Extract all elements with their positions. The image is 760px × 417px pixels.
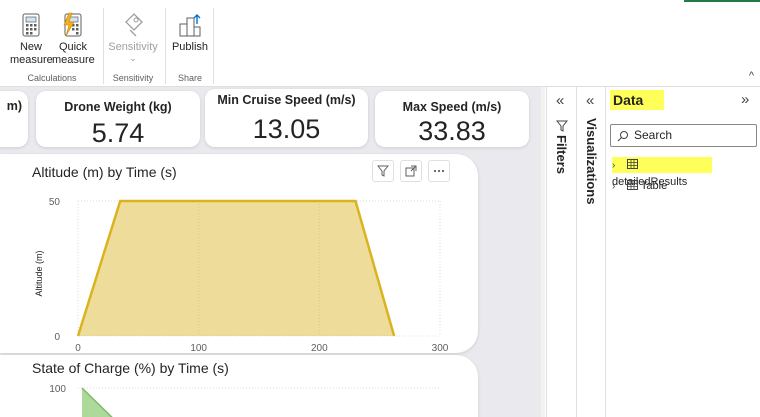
x-tick-label: 300 [432,343,449,353]
table-icon [627,180,639,192]
data-pane-title: Data [610,90,664,110]
ribbon-separator [165,8,166,84]
new-measure-button[interactable]: New measure [10,12,53,67]
sensitivity-caret-icon: ⌄ [129,53,137,63]
kpi-title: Min Cruise Speed (m/s) [217,93,356,107]
x-tick-label: 100 [190,343,207,353]
collapse-filters-chevron-icon[interactable]: « [556,92,564,109]
altitude-chart-card[interactable]: Altitude (m) by Time (s) 0100200300050Ti… [0,154,478,353]
group-label-calculations: Calculations [27,73,77,83]
x-tick-label: 200 [311,343,328,353]
chevron-right-icon: › [612,160,616,171]
quick-measure-label-2: measure [52,54,95,66]
new-measure-label-1: New [19,41,42,53]
kpi-value: 13.05 [252,114,321,144]
new-measure-label-2: measure [10,54,53,66]
table-item-label: Table [640,180,668,192]
expand-data-pane-chevron-icon[interactable]: » [741,91,749,108]
ribbon-separator [103,8,104,84]
quick-measure-button[interactable]: Quick measure [52,12,95,67]
soc-chart-plot: 100 [49,384,440,417]
y-axis-label: Altitude (m) [34,250,44,296]
kpi-card-max-speed[interactable]: Max Speed (m/s) 33.83 [375,91,529,147]
kpi-title: m) [6,99,22,113]
chevron-right-icon: › [612,181,616,192]
publish-label: Publish [171,41,209,53]
kpi-card[interactable]: m) [0,91,28,147]
area-fill [78,201,395,336]
filters-pane[interactable]: « Filters [546,87,576,417]
kpi-title: Max Speed (m/s) [402,100,502,114]
table-item-table[interactable]: › Table [612,178,667,194]
altitude-chart-plot: 0100200300050Time (s)Altitude (m) [34,197,449,353]
sensitivity-icon [120,12,146,38]
search-placeholder: Search [634,128,673,142]
kpi-title: Drone Weight (kg) [64,100,172,114]
table-icon [627,159,639,171]
soc-chart-card[interactable]: State of Charge (%) by Time (s) 100 [0,355,478,417]
x-tick-label: 0 [75,343,81,353]
publish-button[interactable]: Publish [170,12,210,54]
collapse-visualizations-chevron-icon[interactable]: « [586,92,594,109]
search-input[interactable]: Search [610,124,757,147]
group-label-share: Share [177,73,203,83]
collapse-ribbon-chevron-icon[interactable]: ^ [749,70,754,82]
y-tick-label: 100 [49,384,66,395]
y-tick-label: 50 [49,197,61,208]
canvas-scrollbar[interactable] [541,87,545,417]
quick-measure-icon [60,12,86,38]
sensitivity-button[interactable]: Sensitivity ⌄ [108,12,158,63]
y-tick-label: 0 [54,332,60,343]
kpi-value: 33.83 [418,116,486,146]
publish-icon [177,12,203,38]
ribbon-separator [213,8,214,84]
area-fill [82,388,112,417]
calculator-icon [18,12,44,38]
kpi-card-min-cruise-speed[interactable]: Min Cruise Speed (m/s) 13.05 [205,89,368,147]
accent-strip [684,0,760,2]
kpi-value: 5.74 [91,118,145,148]
filters-pane-label: Filters [554,135,569,175]
group-label-sensitivity: Sensitivity [112,73,154,83]
table-item-detailedresults[interactable]: › detailedResults [612,157,712,188]
ribbon: New measure Quick measure Calculations S… [0,0,760,87]
visualizations-pane-label: Visualizations [584,118,599,205]
visualizations-pane[interactable]: « Visualizations [576,87,606,417]
kpi-card-drone-weight[interactable]: Drone Weight (kg) 5.74 [36,91,200,148]
report-canvas: m) Drone Weight (kg) 5.74 Min Cruise Spe… [0,87,541,417]
quick-measure-label-1: Quick [58,41,88,53]
search-icon [617,125,629,146]
